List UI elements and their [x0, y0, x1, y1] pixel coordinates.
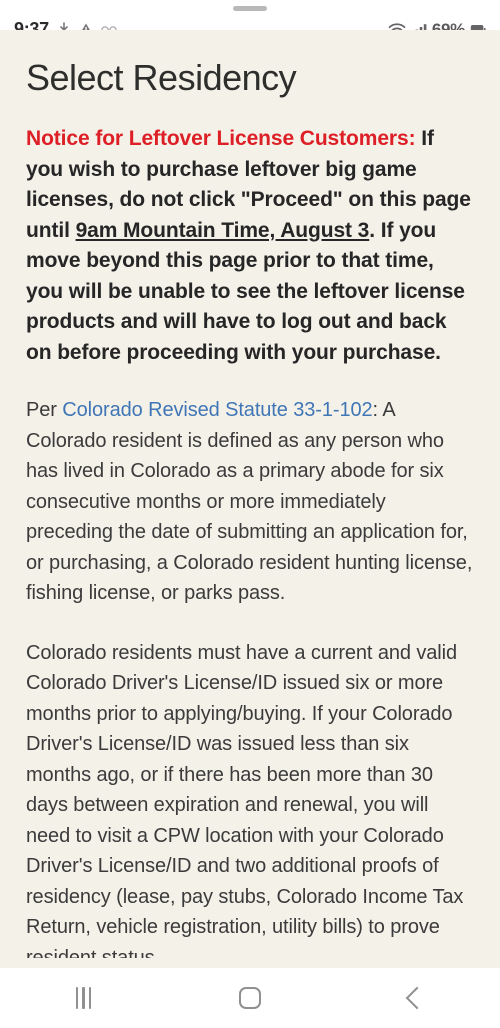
earpiece-speaker-indicator: [233, 6, 267, 11]
cellular-signal-icon: [415, 23, 427, 30]
status-bar-left: 9:37: [14, 20, 118, 30]
recents-button[interactable]: [0, 968, 167, 1028]
colorado-revised-statute-link[interactable]: Colorado Revised Statute 33-1-102: [62, 399, 372, 421]
glasses-icon: [100, 26, 117, 30]
page-title: Select Residency: [26, 57, 297, 98]
download-icon: [60, 22, 68, 30]
home-button[interactable]: [167, 968, 334, 1028]
residency-definition-paragraph: Per Colorado Revised Statute 33-1-102: A…: [26, 368, 474, 609]
content-bottom-cutoff: [0, 958, 500, 968]
back-button[interactable]: [333, 968, 500, 1028]
status-bar: 9:37 69%: [0, 0, 500, 30]
paragraph-prefix: Per: [26, 399, 63, 421]
drivers-license-requirement-paragraph: Colorado residents must have a current a…: [26, 641, 464, 969]
leftover-license-notice: Notice for Leftover License Customers: I…: [26, 100, 474, 368]
notice-deadline-emphasis: 9am Mountain Time, August 3: [75, 218, 370, 242]
paragraph-suffix: : A Colorado resident is defined as any …: [26, 399, 473, 604]
phone-screen: 9:37 69% Select Residency Notice for Lef…: [0, 0, 500, 1028]
recents-icon: [75, 987, 92, 1009]
wifi-icon: [388, 23, 406, 30]
battery-icon: [470, 25, 486, 30]
home-icon: [239, 987, 261, 1009]
status-bar-right: 69%: [388, 21, 486, 30]
page-content[interactable]: Select Residency Notice for Leftover Lic…: [0, 30, 500, 968]
warning-triangle-icon: [81, 23, 90, 30]
status-bar-notification-icons: [56, 21, 118, 30]
notice-label: Notice for Leftover License Customers:: [26, 127, 416, 150]
android-navigation-bar: [0, 968, 500, 1028]
back-chevron-icon: [405, 986, 428, 1010]
battery-percent-label: 69%: [431, 20, 465, 30]
status-bar-clock: 9:37: [14, 19, 49, 30]
